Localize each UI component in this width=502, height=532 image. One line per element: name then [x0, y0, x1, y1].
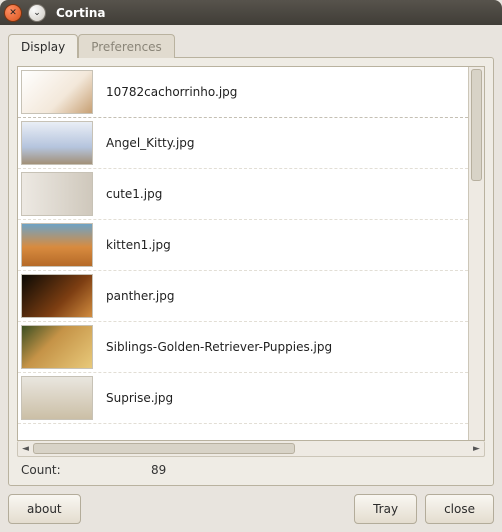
- vertical-scrollbar-thumb[interactable]: [471, 69, 482, 181]
- spacer: [89, 494, 346, 524]
- tab-page-display: 10782cachorrinho.jpg Angel_Kitty.jpg cute1…: [8, 57, 494, 486]
- scroll-right-icon[interactable]: ►: [469, 444, 484, 454]
- chevron-down-icon: ⌄: [33, 8, 41, 18]
- thumbnail: [21, 376, 93, 420]
- horizontal-scrollbar[interactable]: ◄ ►: [17, 441, 485, 457]
- thumbnail: [21, 274, 93, 318]
- vertical-scrollbar[interactable]: [468, 67, 484, 440]
- tab-bar: Display Preferences: [8, 31, 494, 57]
- list-item[interactable]: Angel_Kitty.jpg: [18, 118, 468, 169]
- scroll-left-icon[interactable]: ◄: [18, 444, 33, 454]
- thumbnail: [21, 70, 93, 114]
- horizontal-scrollbar-track[interactable]: [33, 441, 469, 456]
- thumbnail: [21, 172, 93, 216]
- file-name: kitten1.jpg: [96, 238, 171, 252]
- count-row: Count: 89: [17, 457, 485, 479]
- thumbnail: [21, 325, 93, 369]
- list-item[interactable]: kitten1.jpg: [18, 220, 468, 271]
- bottom-button-bar: about Tray close: [0, 494, 502, 532]
- client-area: Display Preferences 10782cachorrinho.jpg…: [0, 25, 502, 494]
- tab-display[interactable]: Display: [8, 34, 78, 58]
- app-window: ✕ ⌄ Cortina Display Preferences 10782cac…: [0, 0, 502, 532]
- tray-button[interactable]: Tray: [354, 494, 417, 524]
- file-list-body: 10782cachorrinho.jpg Angel_Kitty.jpg cute1…: [18, 67, 468, 440]
- window-title: Cortina: [56, 6, 105, 20]
- window-close-button[interactable]: ✕: [4, 4, 22, 22]
- close-icon: ✕: [9, 8, 17, 18]
- list-item[interactable]: 10782cachorrinho.jpg: [18, 67, 468, 118]
- list-item[interactable]: Suprise.jpg: [18, 373, 468, 424]
- count-value: 89: [151, 463, 166, 477]
- horizontal-scrollbar-thumb[interactable]: [33, 443, 295, 454]
- file-name: Angel_Kitty.jpg: [96, 136, 195, 150]
- thumbnail: [21, 121, 93, 165]
- file-name: cute1.jpg: [96, 187, 162, 201]
- thumbnail: [21, 223, 93, 267]
- count-label: Count:: [21, 463, 151, 477]
- titlebar[interactable]: ✕ ⌄ Cortina: [0, 0, 502, 25]
- file-name: panther.jpg: [96, 289, 174, 303]
- file-name: Suprise.jpg: [96, 391, 173, 405]
- window-minimize-button[interactable]: ⌄: [28, 4, 46, 22]
- close-button[interactable]: close: [425, 494, 494, 524]
- list-item[interactable]: panther.jpg: [18, 271, 468, 322]
- file-name: Siblings-Golden-Retriever-Puppies.jpg: [96, 340, 332, 354]
- about-button[interactable]: about: [8, 494, 81, 524]
- list-item[interactable]: cute1.jpg: [18, 169, 468, 220]
- file-list[interactable]: 10782cachorrinho.jpg Angel_Kitty.jpg cute1…: [17, 66, 485, 441]
- tab-preferences[interactable]: Preferences: [78, 34, 175, 58]
- list-item[interactable]: Siblings-Golden-Retriever-Puppies.jpg: [18, 322, 468, 373]
- file-name: 10782cachorrinho.jpg: [96, 85, 237, 99]
